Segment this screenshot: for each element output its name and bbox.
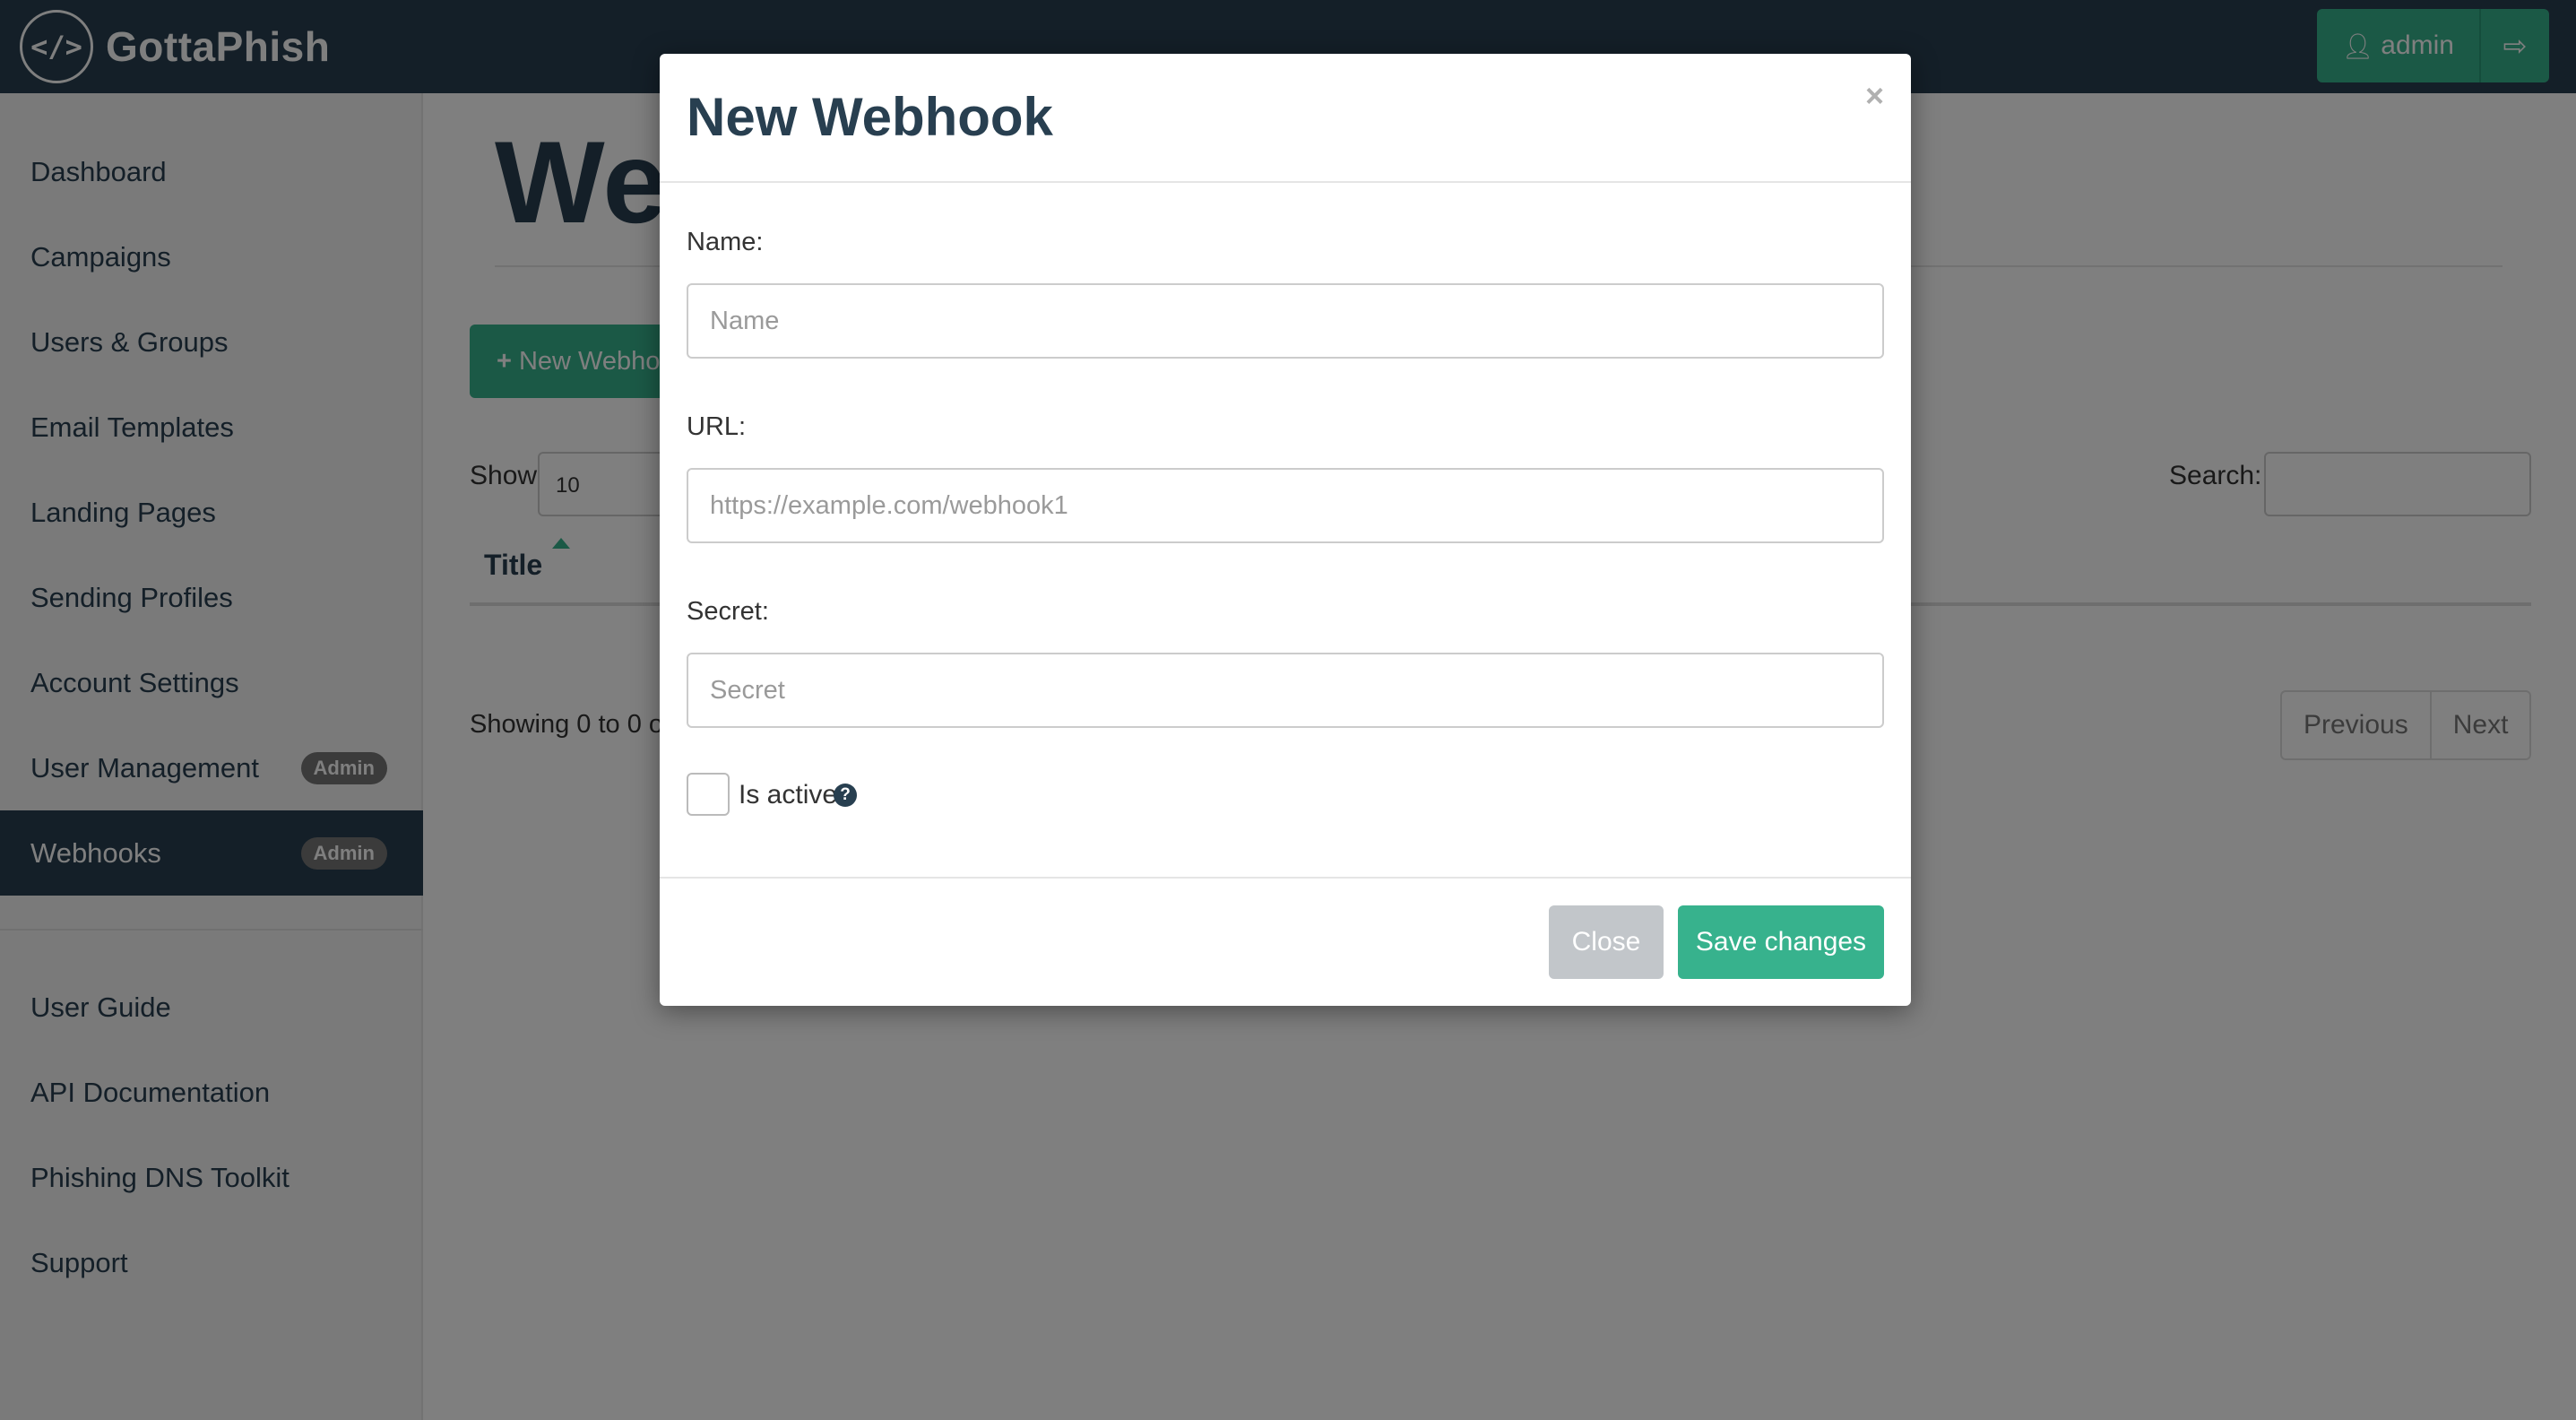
question-circle-icon[interactable]: ? <box>834 784 857 807</box>
modal-footer-divider <box>660 877 1911 879</box>
modal-title: New Webhook <box>687 87 1053 147</box>
url-label: URL: <box>687 412 747 441</box>
is-active-checkbox[interactable] <box>687 773 730 816</box>
is-active-label[interactable]: Is active <box>739 780 837 810</box>
close-button[interactable]: Close <box>1549 905 1664 979</box>
close-icon[interactable]: × <box>1865 77 1884 115</box>
name-label: Name: <box>687 228 764 256</box>
new-webhook-modal: New Webhook × Name: URL: Secret: Is acti… <box>660 54 1911 1006</box>
save-changes-button[interactable]: Save changes <box>1678 905 1884 979</box>
secret-label: Secret: <box>687 597 769 626</box>
modal-header-divider <box>660 181 1911 183</box>
secret-input[interactable] <box>687 653 1884 728</box>
name-input[interactable] <box>687 283 1884 359</box>
url-input[interactable] <box>687 468 1884 543</box>
